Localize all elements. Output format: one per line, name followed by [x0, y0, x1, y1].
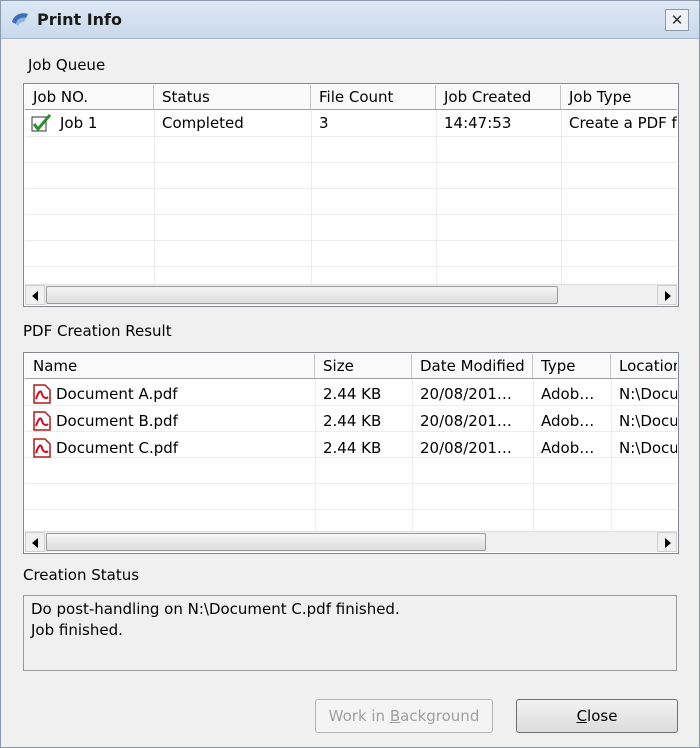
pdf-file-icon — [33, 438, 51, 458]
print-info-window: Print Info ✕ Job Queue Job NO. Status Fi… — [0, 0, 700, 748]
pdf-result-list[interactable]: Name Size Date Modified Type Location Do… — [23, 352, 679, 554]
pdf-file-icon — [33, 411, 51, 431]
size-cell: 2.44 KB — [323, 439, 382, 457]
column-header-job-type[interactable]: Job Type — [561, 85, 677, 109]
type-cell: Adob… — [541, 439, 595, 457]
file-name-cell: Document C.pdf — [56, 439, 179, 457]
table-row[interactable]: Document B.pdf 2.44 KB 20/08/201… Adob… … — [25, 408, 677, 434]
close-icon: ✕ — [670, 11, 684, 29]
size-cell: 2.44 KB — [323, 412, 382, 430]
job-queue-list[interactable]: Job NO. Status File Count Job Created Jo… — [23, 83, 679, 307]
creation-status-label: Creation Status — [23, 566, 140, 584]
column-header-size[interactable]: Size — [315, 354, 412, 378]
arrow-right-icon — [665, 538, 671, 548]
job-queue-label: Job Queue — [28, 56, 106, 74]
table-row[interactable]: Job 1 Completed 3 14:47:53 Create a PDF … — [25, 110, 677, 136]
size-cell: 2.44 KB — [323, 385, 382, 403]
location-cell: N:\Docu — [619, 412, 677, 430]
scroll-right-button[interactable] — [657, 532, 677, 552]
type-cell: Adob… — [541, 385, 595, 403]
window-title: Print Info — [37, 10, 123, 29]
scroll-thumb[interactable] — [46, 533, 486, 551]
arrow-left-icon — [32, 538, 38, 548]
printer-app-icon — [12, 13, 28, 26]
file-count-cell: 3 — [319, 114, 329, 132]
column-header-job-no[interactable]: Job NO. — [25, 85, 154, 109]
arrow-left-icon — [32, 291, 38, 301]
column-header-status[interactable]: Status — [154, 85, 311, 109]
status-cell: Completed — [162, 114, 244, 132]
pdf-creation-result-label: PDF Creation Result — [23, 322, 172, 340]
job-no-cell: Job 1 — [60, 114, 98, 132]
scroll-left-button[interactable] — [25, 285, 45, 305]
column-header-name[interactable]: Name — [25, 354, 315, 378]
job-queue-header: Job NO. Status File Count Job Created Jo… — [25, 85, 677, 110]
creation-status-log: Do post-handling on N:\Document C.pdf fi… — [23, 595, 677, 671]
job-type-cell: Create a PDF f — [569, 114, 677, 132]
date-modified-cell: 20/08/201… — [420, 385, 512, 403]
column-header-type[interactable]: Type — [533, 354, 611, 378]
location-cell: N:\Docu — [619, 385, 677, 403]
close-window-button[interactable]: ✕ — [665, 9, 689, 31]
scroll-right-button[interactable] — [657, 285, 677, 305]
pdf-result-hscrollbar[interactable] — [25, 531, 677, 552]
scroll-thumb[interactable] — [46, 286, 558, 304]
table-row[interactable]: Document C.pdf 2.44 KB 20/08/201… Adob… … — [25, 435, 677, 461]
work-in-background-button[interactable]: Work in Background — [315, 699, 493, 733]
job-created-cell: 14:47:53 — [444, 114, 512, 132]
date-modified-cell: 20/08/201… — [420, 412, 512, 430]
location-cell: N:\Docu — [619, 439, 677, 457]
date-modified-cell: 20/08/201… — [420, 439, 512, 457]
column-header-location[interactable]: Location — [611, 354, 677, 378]
file-name-cell: Document A.pdf — [56, 385, 178, 403]
status-line: Do post-handling on N:\Document C.pdf fi… — [31, 600, 400, 618]
column-header-date-modified[interactable]: Date Modified — [412, 354, 533, 378]
type-cell: Adob… — [541, 412, 595, 430]
column-header-file-count[interactable]: File Count — [311, 85, 436, 109]
arrow-right-icon — [665, 291, 671, 301]
close-button[interactable]: Close — [516, 699, 678, 733]
status-line: Job finished. — [31, 621, 123, 639]
file-name-cell: Document B.pdf — [56, 412, 178, 430]
check-icon — [31, 114, 52, 132]
pdf-file-icon — [33, 384, 51, 404]
column-header-job-created[interactable]: Job Created — [436, 85, 561, 109]
title-bar: Print Info ✕ — [1, 1, 699, 39]
pdf-result-header: Name Size Date Modified Type Location — [25, 354, 677, 379]
job-queue-hscrollbar[interactable] — [25, 284, 677, 305]
scroll-left-button[interactable] — [25, 532, 45, 552]
table-row[interactable]: Document A.pdf 2.44 KB 20/08/201… Adob… … — [25, 381, 677, 407]
